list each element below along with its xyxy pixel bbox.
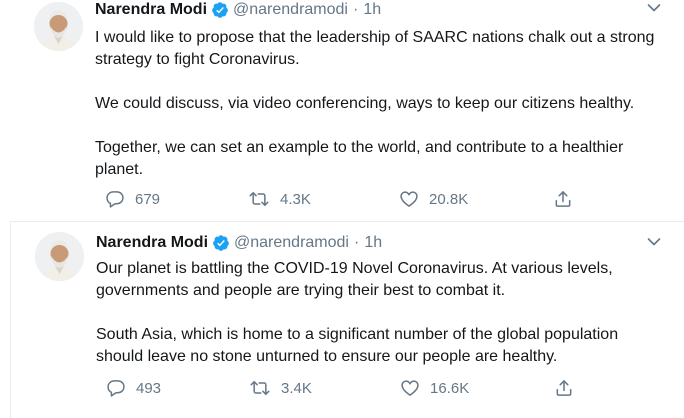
reply-button[interactable]: 679 (105, 189, 160, 209)
retweet-button[interactable]: 4.3K (248, 189, 311, 209)
tweet-paragraph: Our planet is battling the COVID-19 Nove… (96, 260, 613, 299)
chevron-down-icon[interactable] (646, 0, 662, 16)
tweet-actions: 679 4.3K 20.8K (95, 189, 595, 211)
heart-icon (401, 380, 419, 396)
author-handle[interactable]: @narendramodi (234, 234, 349, 252)
verified-badge-icon (211, 1, 229, 19)
avatar[interactable] (34, 2, 83, 51)
avatar[interactable] (35, 232, 84, 281)
retweet-button[interactable]: 3.4K (249, 378, 312, 398)
retweet-count: 4.3K (280, 190, 311, 208)
reply-icon (106, 191, 124, 208)
reply-count: 493 (136, 379, 162, 397)
reply-icon (107, 380, 125, 397)
timestamp[interactable]: 1h (364, 234, 382, 252)
share-icon (555, 191, 571, 207)
tweet-paragraph: South Asia, which is home to a significa… (96, 326, 619, 365)
avatar-image (35, 232, 84, 281)
tweet-header: Narendra Modi @narendramodi · 1h (95, 0, 381, 20)
like-count: 16.6K (430, 379, 470, 397)
tweet-text: Our planet is battling the COVID-19 Nove… (96, 258, 666, 368)
separator-dot: · (353, 234, 360, 251)
reply-count: 679 (135, 190, 161, 208)
author-name[interactable]: Narendra Modi (95, 1, 207, 19)
author-handle[interactable]: @narendramodi (233, 1, 348, 19)
retweet-icon (250, 381, 270, 395)
tweet-feed: Narendra Modi @narendramodi · 1h I would… (0, 0, 684, 418)
tweet-actions: 493 3.4K 16.6K (96, 378, 596, 400)
tweet[interactable]: Narendra Modi @narendramodi · 1h Our pla… (10, 222, 684, 418)
tweet[interactable]: Narendra Modi @narendramodi · 1h I would… (10, 0, 684, 222)
retweet-icon (249, 192, 269, 206)
heart-icon (400, 191, 418, 207)
tweet-paragraph: I would like to propose that the leaders… (95, 29, 655, 68)
reply-button[interactable]: 493 (106, 378, 161, 398)
like-count: 20.8K (429, 190, 469, 208)
like-button[interactable]: 16.6K (400, 378, 469, 398)
share-button[interactable] (554, 378, 584, 398)
share-button[interactable] (553, 189, 583, 209)
avatar-image (34, 2, 83, 51)
share-icon (556, 380, 572, 396)
author-name[interactable]: Narendra Modi (96, 234, 208, 252)
timestamp[interactable]: 1h (363, 1, 381, 19)
chevron-down-icon[interactable] (646, 234, 662, 250)
separator-dot: · (352, 1, 359, 18)
retweet-count: 3.4K (281, 379, 312, 397)
tweet-text: I would like to propose that the leaders… (95, 27, 665, 181)
tweet-paragraph: Together, we can set an example to the w… (95, 139, 624, 178)
verified-badge-icon (212, 234, 230, 252)
tweet-header: Narendra Modi @narendramodi · 1h (96, 233, 382, 253)
tweet-paragraph: We could discuss, via video conferencing… (95, 95, 635, 112)
like-button[interactable]: 20.8K (399, 189, 468, 209)
